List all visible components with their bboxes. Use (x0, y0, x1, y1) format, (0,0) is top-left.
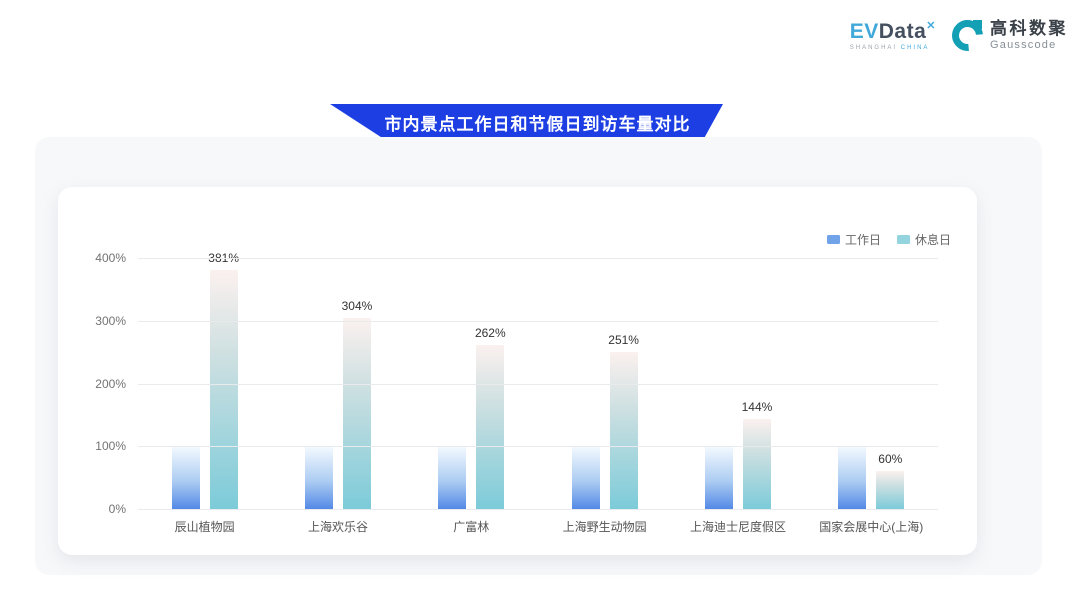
evdata-data-text: Data (879, 20, 927, 43)
bar-value-label: 251% (608, 333, 639, 347)
bar-value-label: 144% (742, 400, 773, 414)
bar-value-label: 262% (475, 326, 506, 340)
gausscode-g-icon (952, 20, 983, 51)
bar-restday (610, 352, 638, 510)
bar-workday (438, 446, 466, 509)
evdata-subtext-shanghai: SHANGHAI (850, 45, 901, 51)
evdata-x-mark-icon: ✕ (926, 20, 936, 32)
y-axis-tick-label: 0% (109, 502, 126, 516)
bar-restday (743, 419, 771, 509)
bar-workday (705, 446, 733, 509)
gausscode-en-name: Gausscode (990, 39, 1068, 51)
x-axis-category-label: 上海迪士尼度假区 (690, 518, 786, 535)
gausscode-logo: 高科数聚 Gausscode (952, 20, 1068, 51)
header-logos: EVData✕ SHANGHAI CHINA 高科数聚 Gausscode (850, 20, 1068, 51)
y-axis-tick-label: 400% (95, 251, 126, 265)
bar-value-label: 304% (342, 299, 373, 313)
x-axis-category-label: 国家会展中心(上海) (819, 518, 923, 535)
bar-value-label: 60% (878, 452, 902, 466)
legend-swatch-workday (827, 235, 840, 244)
chart-panel: 工作日 休息日 381%辰山植物园304%上海欢乐谷262%广富林251%上海野… (35, 137, 1042, 575)
legend-label-restday: 休息日 (915, 231, 951, 248)
gridline (138, 446, 938, 447)
gridline (138, 321, 938, 322)
bar-workday (572, 446, 600, 509)
chart-legend: 工作日 休息日 (827, 231, 951, 248)
evdata-subtext: SHANGHAI CHINA (850, 45, 936, 51)
chart-card: 工作日 休息日 381%辰山植物园304%上海欢乐谷262%广富林251%上海野… (58, 187, 977, 555)
legend-swatch-restday (897, 235, 910, 244)
bar-workday (172, 446, 200, 509)
bar-restday (876, 471, 904, 509)
legend-label-workday: 工作日 (845, 231, 881, 248)
x-axis-category-label: 广富林 (453, 518, 489, 535)
bar-restday (343, 318, 371, 509)
y-axis-tick-label: 100% (95, 439, 126, 453)
gausscode-cn-name: 高科数聚 (990, 20, 1068, 39)
bar-restday (476, 345, 504, 509)
evdata-ev-text: EV (850, 20, 879, 43)
bar-workday (305, 446, 333, 509)
evdata-logo: EVData✕ SHANGHAI CHINA (850, 21, 936, 51)
plot-area: 381%辰山植物园304%上海欢乐谷262%广富林251%上海野生动物园144%… (138, 258, 938, 509)
evdata-wordmark: EVData✕ (850, 21, 936, 42)
y-axis-tick-label: 300% (95, 314, 126, 328)
x-axis-category-label: 上海欢乐谷 (308, 518, 368, 535)
bar-workday (838, 446, 866, 509)
gridline (138, 384, 938, 385)
legend-item-workday[interactable]: 工作日 (827, 231, 881, 248)
bar-restday (210, 270, 238, 509)
x-axis-category-label: 上海野生动物园 (563, 518, 647, 535)
legend-item-restday[interactable]: 休息日 (897, 231, 951, 248)
x-axis-category-label: 辰山植物园 (175, 518, 235, 535)
y-axis-tick-label: 200% (95, 377, 126, 391)
evdata-subtext-china: CHINA (901, 45, 930, 51)
gridline (138, 509, 938, 510)
gridline (138, 258, 938, 259)
title-banner: 市内景点工作日和节假日到访车量对比 (330, 104, 723, 141)
page-title: 市内景点工作日和节假日到访车量对比 (363, 110, 691, 135)
